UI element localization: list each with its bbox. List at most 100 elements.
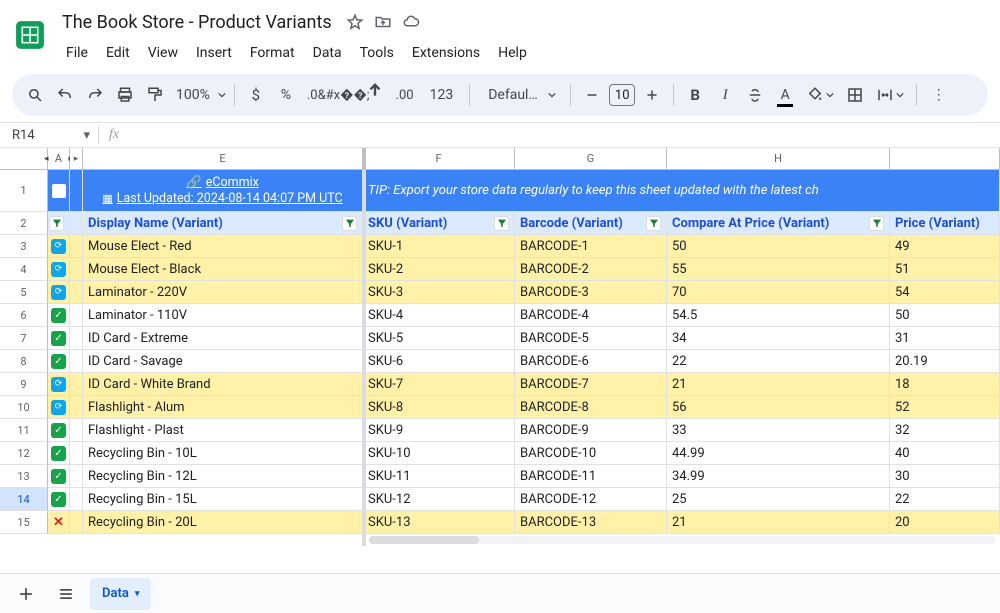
cell-barcode[interactable]: BARCODE-9 (515, 419, 667, 442)
menu-edit[interactable]: Edit (98, 41, 138, 65)
filter-icon[interactable] (869, 216, 884, 231)
row-header[interactable]: 15 (0, 511, 48, 534)
cell-compare-price[interactable]: 34.99 (667, 465, 890, 488)
tip-cell[interactable]: TIP: Export your store data regularly to… (363, 170, 1000, 212)
cell-display-name[interactable]: ID Card - Savage (83, 350, 363, 373)
search-icon[interactable] (22, 81, 48, 109)
col-barcode[interactable]: Barcode (Variant) (515, 212, 667, 235)
cell-display-name[interactable]: ID Card - White Brand (83, 373, 363, 396)
col-header-f[interactable]: F (363, 148, 515, 169)
cell-price[interactable]: 20.19 (890, 350, 1000, 373)
menu-insert[interactable]: Insert (188, 41, 240, 65)
column-group-toggle[interactable]: ▸ (70, 148, 83, 169)
zoom-select[interactable]: 100% (172, 87, 226, 103)
text-color-icon[interactable]: A (772, 81, 798, 109)
last-updated-link[interactable]: ▦Last Updated: 2024-08-14 04:07 PM UTC (102, 191, 342, 206)
row-header[interactable]: 3 (0, 235, 48, 258)
cell-display-name[interactable]: Recycling Bin - 15L (83, 488, 363, 511)
cloud-status-icon[interactable] (402, 13, 420, 31)
decrease-decimal-icon[interactable]: .0&#x��; (303, 81, 388, 109)
row-header[interactable]: 14 (0, 488, 48, 511)
cell-compare-price[interactable]: 34 (667, 327, 890, 350)
cell-display-name[interactable]: Mouse Elect - Red (83, 235, 363, 258)
sheet-tab-data[interactable]: Data ▾ (90, 578, 151, 610)
status-cell[interactable]: ✓ (48, 488, 70, 511)
status-cell[interactable]: ⟳ (48, 258, 70, 281)
cell-barcode[interactable]: BARCODE-7 (515, 373, 667, 396)
borders-icon[interactable] (842, 81, 868, 109)
cell-compare-price[interactable]: 54.5 (667, 304, 890, 327)
cell-display-name[interactable]: Laminator - 220V (83, 281, 363, 304)
cell-sku[interactable]: SKU-9 (363, 419, 515, 442)
paint-format-icon[interactable] (142, 81, 168, 109)
star-icon[interactable] (346, 13, 364, 31)
col-price[interactable]: Price (Variant) (890, 212, 1000, 235)
cell-barcode[interactable]: BARCODE-8 (515, 396, 667, 419)
percent-icon[interactable]: % (273, 81, 299, 109)
decrease-font-size-icon[interactable] (579, 81, 605, 109)
filter-icon[interactable] (49, 216, 64, 231)
cell-price[interactable]: 31 (890, 327, 1000, 350)
cell-barcode[interactable]: BARCODE-12 (515, 488, 667, 511)
doc-title[interactable]: The Book Store - Product Variants (58, 10, 336, 35)
menu-tools[interactable]: Tools (352, 41, 402, 65)
cell-price[interactable]: 50 (890, 304, 1000, 327)
menu-extensions[interactable]: Extensions (404, 41, 488, 65)
cell-sku[interactable]: SKU-12 (363, 488, 515, 511)
col-sku[interactable]: SKU (Variant) (363, 212, 515, 235)
cell[interactable] (48, 170, 70, 212)
cell-compare-price[interactable]: 55 (667, 258, 890, 281)
cell-barcode[interactable]: BARCODE-3 (515, 281, 667, 304)
cell-price[interactable]: 51 (890, 258, 1000, 281)
cell-display-name[interactable]: Flashlight - Alum (83, 396, 363, 419)
cell-price[interactable]: 49 (890, 235, 1000, 258)
cell-barcode[interactable]: BARCODE-11 (515, 465, 667, 488)
cell-sku[interactable]: SKU-13 (363, 511, 515, 534)
cell-barcode[interactable]: BARCODE-2 (515, 258, 667, 281)
move-to-folder-icon[interactable] (374, 13, 392, 31)
cell-barcode[interactable]: BARCODE-10 (515, 442, 667, 465)
increase-decimal-icon[interactable]: .00 (392, 81, 418, 109)
row-header[interactable]: 7 (0, 327, 48, 350)
cell-display-name[interactable]: Flashlight - Plast (83, 419, 363, 442)
cell-sku[interactable]: SKU-7 (363, 373, 515, 396)
cell-compare-price[interactable]: 44.99 (667, 442, 890, 465)
cell-price[interactable]: 20 (890, 511, 1000, 534)
spreadsheet-grid[interactable]: A ▸ ◂ ▸ E F G H 1 🔗eCommix ▦Last Updated… (0, 148, 1000, 546)
all-sheets-icon[interactable] (50, 578, 82, 610)
cell-barcode[interactable]: BARCODE-1 (515, 235, 667, 258)
col-header-h[interactable]: H (667, 148, 890, 169)
select-all-corner[interactable] (0, 148, 48, 169)
status-cell[interactable]: ✓ (48, 304, 70, 327)
cell-sku[interactable]: SKU-11 (363, 465, 515, 488)
status-cell[interactable]: ✓ (48, 350, 70, 373)
col-header-next[interactable] (890, 148, 1000, 169)
brand-link[interactable]: 🔗eCommix (186, 175, 259, 190)
row-header[interactable]: 2 (0, 212, 48, 235)
filter-icon[interactable] (646, 216, 661, 231)
cell-compare-price[interactable]: 33 (667, 419, 890, 442)
menu-format[interactable]: Format (242, 41, 303, 65)
add-sheet-icon[interactable] (10, 578, 42, 610)
row-header[interactable]: 9 (0, 373, 48, 396)
row-header[interactable]: 4 (0, 258, 48, 281)
cell-display-name[interactable]: Recycling Bin - 20L (83, 511, 363, 534)
sheets-logo[interactable] (12, 10, 48, 60)
cell-barcode[interactable]: BARCODE-5 (515, 327, 667, 350)
status-cell[interactable]: ⟳ (48, 396, 70, 419)
redo-icon[interactable] (82, 81, 108, 109)
menu-file[interactable]: File (58, 41, 96, 65)
undo-icon[interactable] (52, 81, 78, 109)
font-size-input[interactable]: 10 (609, 84, 635, 106)
cell-barcode[interactable]: BARCODE-6 (515, 350, 667, 373)
row-header[interactable]: 11 (0, 419, 48, 442)
cell-sku[interactable]: SKU-2 (363, 258, 515, 281)
status-cell[interactable]: ✓ (48, 419, 70, 442)
cell-price[interactable]: 52 (890, 396, 1000, 419)
cell-price[interactable]: 30 (890, 465, 1000, 488)
status-cell[interactable]: ✓ (48, 327, 70, 350)
bold-icon[interactable]: B (682, 81, 708, 109)
status-cell[interactable]: ⟳ (48, 373, 70, 396)
status-cell[interactable]: ✕ (48, 511, 70, 534)
row-header[interactable]: 5 (0, 281, 48, 304)
